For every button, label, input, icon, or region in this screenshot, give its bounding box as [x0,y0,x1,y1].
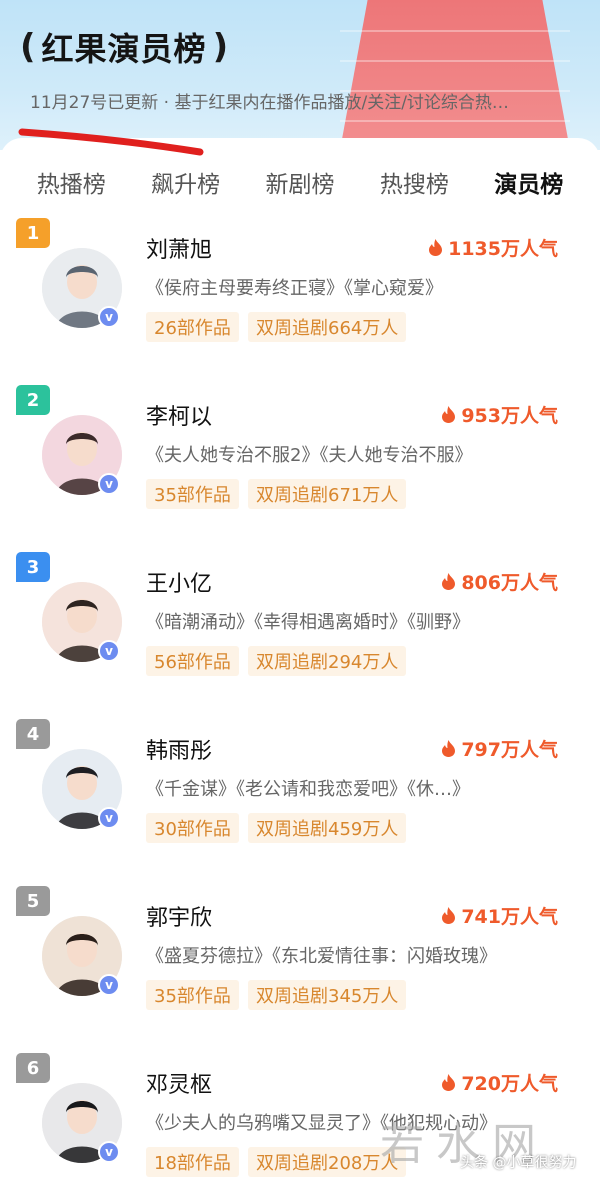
popularity: 797万人气 [442,735,558,762]
follow-count-tag: 双周追剧345万人 [248,980,407,1010]
update-subtitle: 11月27号已更新 · 基于红果内在播作品播放/关注/讨论综合热… [30,93,509,113]
actor-name[interactable]: 邓灵枢 [146,1067,212,1099]
carpet-step [340,60,570,62]
flame-icon [442,1074,456,1091]
red-carpet-decoration [340,0,570,150]
follow-count-tag: 双周追剧459万人 [248,813,407,843]
works-count-tag: 18部作品 [146,1147,239,1177]
works-count-tag: 35部作品 [146,980,239,1010]
works-list: 《千金谋》《老公请和我恋爱吧》《休…》 [146,779,470,800]
works-list: 《夫人她专治不服2》《夫人她专治不服》 [146,445,473,466]
actor-row[interactable]: 2 v 李柯以 953万人气 《夫人她专治不服2》《夫人她专治不服》 35部作品… [0,385,600,551]
works-count-tag: 30部作品 [146,813,239,843]
carpet-step [340,120,570,122]
verified-icon: v [98,473,120,495]
verified-icon: v [98,974,120,996]
actor-row[interactable]: 3 v 王小亿 806万人气 《暗潮涌动》《幸得相遇离婚时》《驯野》 56部作品… [0,552,600,718]
actor-name[interactable]: 李柯以 [146,399,212,431]
actor-name[interactable]: 郭宇欣 [146,900,212,932]
actor-row[interactable]: 5 v 郭宇欣 741万人气 《盛夏芬德拉》《东北爱情往事：闪婚玫瑰》 35部作… [0,886,600,1052]
flame-icon [442,406,456,423]
popularity: 720万人气 [442,1069,558,1096]
carpet-step [340,30,570,32]
actor-name[interactable]: 王小亿 [146,566,212,598]
follow-count-tag: 双周追剧671万人 [248,479,407,509]
rank-badge: 5 [16,886,50,916]
works-count-tag: 56部作品 [146,646,239,676]
red-marker-scribble [18,128,204,156]
verified-icon: v [98,1141,120,1163]
follow-count-tag: 双周追剧294万人 [248,646,407,676]
tab-rising[interactable]: 飙升榜 [151,165,220,199]
actor-row[interactable]: 4 v 韩雨彤 797万人气 《千金谋》《老公请和我恋爱吧》《休…》 30部作品… [0,719,600,885]
verified-icon: v [98,807,120,829]
flame-icon [429,239,443,256]
popularity: 806万人气 [442,568,558,595]
rank-badge: 2 [16,385,50,415]
works-list: 《盛夏芬德拉》《东北爱情往事：闪婚玫瑰》 [146,946,497,967]
follow-count-tag: 双周追剧664万人 [248,312,407,342]
tab-hot-search[interactable]: 热搜榜 [380,165,449,199]
flame-icon [442,907,456,924]
popularity-value: 1135万人气 [448,238,558,260]
popularity: 1135万人气 [429,234,558,261]
board-title: ( 红果演员榜 ) [20,22,228,72]
actor-row[interactable]: 1 v 刘萧旭 1135万人气 《侯府主母要寿终正寝》《掌心窥爱》 26部作品 … [0,218,600,384]
works-count-tag: 26部作品 [146,312,239,342]
popularity-value: 797万人气 [461,739,558,761]
laurel-left-icon: ( [20,27,36,67]
works-list: 《侯府主母要寿终正寝》《掌心窥爱》 [146,278,443,299]
popularity-value: 720万人气 [461,1073,558,1095]
rank-badge: 3 [16,552,50,582]
popularity-value: 741万人气 [461,906,558,928]
page-title: 红果演员榜 [41,30,207,68]
flame-icon [442,740,456,757]
verified-icon: v [98,306,120,328]
tab-actor[interactable]: 演员榜 [494,165,563,199]
popularity-value: 806万人气 [461,572,558,594]
popularity: 953万人气 [442,401,558,428]
works-count-tag: 35部作品 [146,479,239,509]
popularity-value: 953万人气 [461,405,558,427]
ranking-tabs: 热播榜 飙升榜 新剧榜 热搜榜 演员榜 [0,160,600,204]
rank-badge: 4 [16,719,50,749]
verified-icon: v [98,640,120,662]
actor-name[interactable]: 刘萧旭 [146,232,212,264]
works-list: 《暗潮涌动》《幸得相遇离婚时》《驯野》 [146,612,470,633]
rank-badge: 6 [16,1053,50,1083]
flame-icon [442,573,456,590]
tab-new-drama[interactable]: 新剧榜 [265,165,334,199]
rank-badge: 1 [16,218,50,248]
watermark-source: 头条 @小草很努力 [460,1155,577,1171]
tab-hot-play[interactable]: 热播榜 [37,165,106,199]
laurel-right-icon: ) [212,27,229,67]
popularity: 741万人气 [442,902,558,929]
actor-name[interactable]: 韩雨彤 [146,733,212,765]
